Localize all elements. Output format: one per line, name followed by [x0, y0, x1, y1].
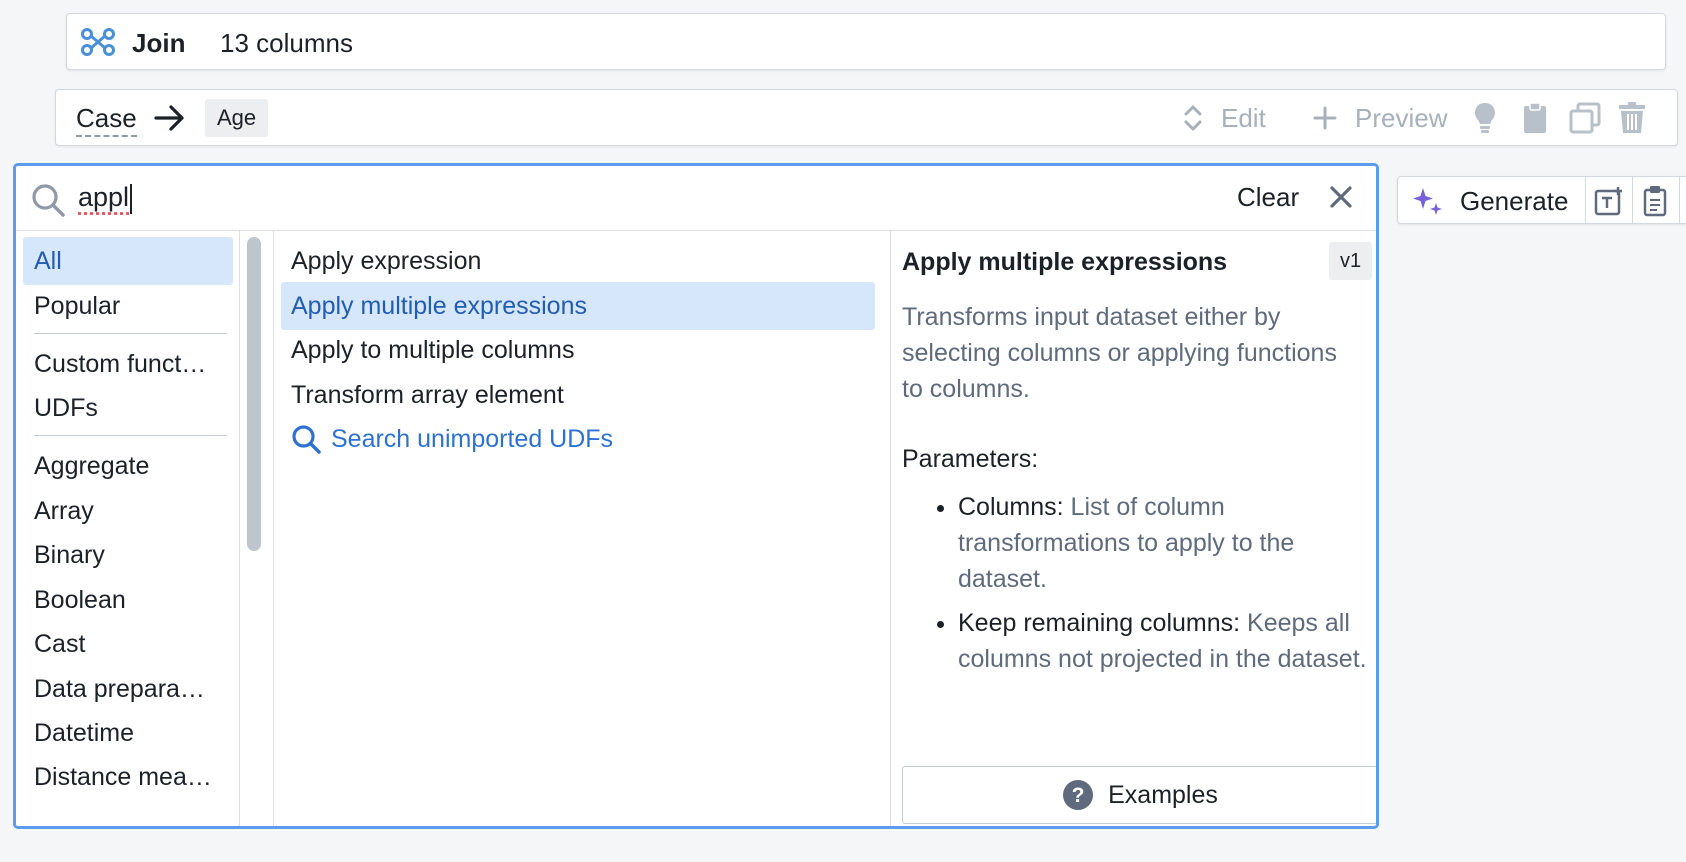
detail-title: Apply multiple expressions — [902, 244, 1227, 280]
generate-label: Generate — [1460, 186, 1568, 217]
category-item-boolean[interactable]: Boolean — [23, 576, 233, 624]
search-input[interactable]: appl — [78, 180, 132, 214]
detail-description: Transforms input dataset either by selec… — [902, 299, 1362, 407]
help-icon: ? — [1062, 779, 1094, 811]
svg-text:?: ? — [1072, 784, 1085, 807]
function-detail-pane: Apply multiple expressions v1 Transforms… — [891, 231, 1379, 829]
version-badge: v1 — [1329, 242, 1372, 280]
clipboard-icon[interactable] — [1523, 100, 1547, 136]
generate-button[interactable]: Generate — [1398, 177, 1586, 224]
parameter-name: Keep remaining columns: — [958, 609, 1240, 637]
parameters-heading: Parameters: — [902, 441, 1038, 477]
category-divider — [34, 333, 227, 334]
function-search-panel: appl Clear All Popular Custom funct… UDF… — [13, 163, 1379, 829]
duplicate-icon[interactable] — [1569, 100, 1601, 136]
search-unimported-udfs-link[interactable]: Search unimported UDFs — [281, 415, 875, 463]
examples-label: Examples — [1108, 781, 1218, 810]
search-icon — [291, 424, 321, 454]
examples-button[interactable]: ? Examples — [902, 766, 1378, 824]
category-item-custom-functions[interactable]: Custom funct… — [23, 340, 233, 388]
search-icon — [30, 182, 66, 218]
edit-button[interactable]: Edit — [1183, 100, 1266, 136]
join-node-card[interactable]: Join 13 columns — [66, 13, 1666, 70]
join-icon — [81, 28, 115, 56]
case-label[interactable]: Case — [76, 102, 137, 137]
result-item-selected[interactable]: Apply multiple expressions — [281, 282, 875, 330]
category-item-array[interactable]: Array — [23, 487, 233, 535]
add-text-icon[interactable] — [1586, 177, 1633, 224]
preview-label: Preview — [1355, 103, 1447, 134]
category-item-datetime[interactable]: Datetime — [23, 709, 233, 757]
result-item[interactable]: Transform array element — [281, 371, 875, 419]
scrollbar-thumb[interactable] — [247, 237, 261, 551]
category-scrollbar[interactable] — [241, 231, 274, 829]
lightbulb-icon[interactable] — [1474, 100, 1496, 136]
search-query: appl — [78, 182, 129, 212]
category-item-data-preparation[interactable]: Data prepara… — [23, 665, 233, 713]
clear-button[interactable]: Clear — [1237, 180, 1299, 214]
category-divider — [34, 435, 227, 436]
search-unimported-label: Search unimported UDFs — [331, 415, 613, 463]
category-item-all[interactable]: All — [23, 237, 233, 285]
join-title: Join — [132, 28, 185, 58]
trash-icon[interactable] — [1618, 100, 1646, 136]
category-item-distance-measures[interactable]: Distance mea… — [23, 753, 233, 801]
parameter-name: Columns: — [958, 493, 1064, 521]
arrow-right-icon — [153, 102, 187, 134]
join-column-count: 13 columns — [220, 28, 353, 58]
close-icon[interactable] — [1328, 184, 1354, 210]
edit-label: Edit — [1221, 103, 1266, 134]
parameters-list: Columns: List of column transformations … — [902, 489, 1372, 685]
preview-button[interactable]: Preview — [1313, 100, 1447, 136]
sparkle-icon — [1412, 185, 1444, 217]
target-column-tag[interactable]: Age — [205, 99, 268, 137]
expand-icon — [1183, 103, 1203, 133]
plus-icon — [1313, 106, 1337, 130]
text-caret — [130, 184, 132, 214]
more-icon[interactable] — [1680, 177, 1686, 224]
result-item[interactable]: Apply expression — [281, 237, 875, 285]
category-item-cast[interactable]: Cast — [23, 620, 233, 668]
results-list: Apply expression Apply multiple expressi… — [274, 231, 891, 829]
category-item-binary[interactable]: Binary — [23, 531, 233, 579]
generate-toolbar: Generate — [1397, 176, 1686, 224]
paste-icon[interactable] — [1633, 177, 1680, 224]
parameter-item: Keep remaining columns: Keeps all column… — [958, 605, 1372, 677]
category-list: All Popular Custom funct… UDFs Aggregate… — [16, 231, 240, 829]
category-item-aggregate[interactable]: Aggregate — [23, 442, 233, 490]
result-item[interactable]: Apply to multiple columns — [281, 326, 875, 374]
case-node-card[interactable]: Case Age Edit Preview — [55, 89, 1678, 146]
category-item-popular[interactable]: Popular — [23, 282, 233, 330]
category-item-udfs[interactable]: UDFs — [23, 384, 233, 432]
search-bar: appl Clear — [16, 166, 1376, 231]
parameter-item: Columns: List of column transformations … — [958, 489, 1372, 597]
